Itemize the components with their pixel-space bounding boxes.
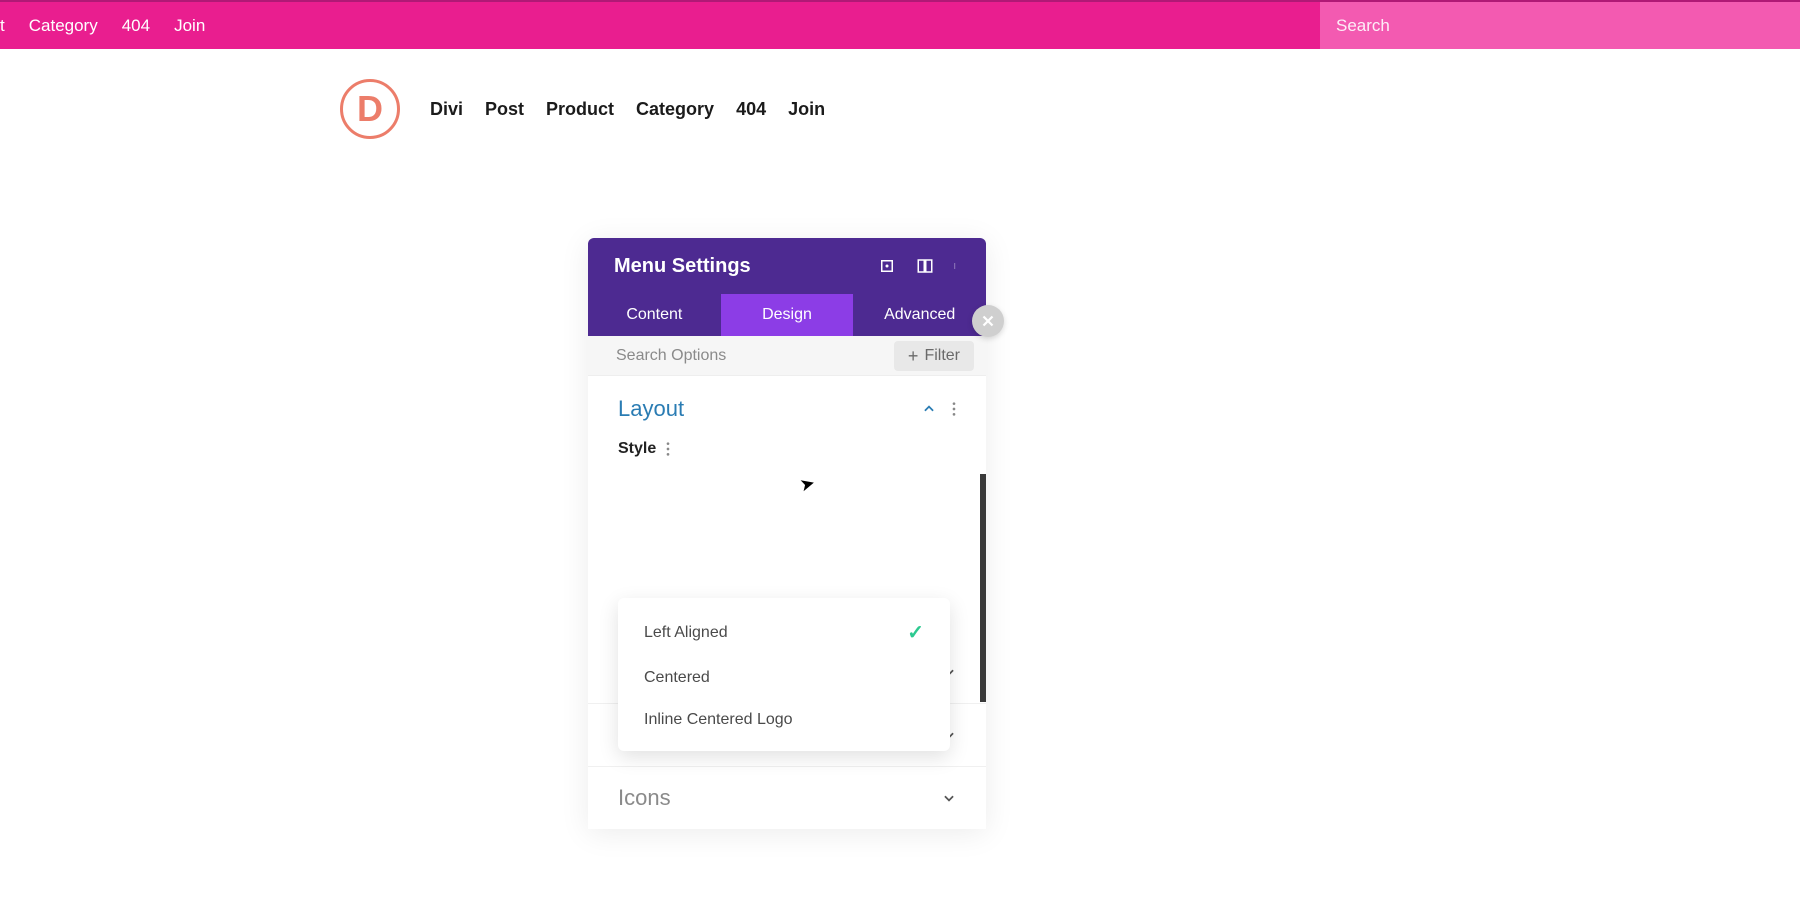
plus-icon: + <box>908 347 919 365</box>
top-nav-item-join[interactable]: Join <box>162 16 217 36</box>
logo-letter: D <box>357 88 383 130</box>
style-row: Style <box>588 422 986 466</box>
style-label: Style <box>618 440 656 458</box>
top-nav-item-category[interactable]: Category <box>17 16 110 36</box>
top-nav-item-404[interactable]: 404 <box>110 16 162 36</box>
options-bar: Search Options + Filter <box>588 336 986 376</box>
option-label: Left Aligned <box>644 624 728 642</box>
tab-design[interactable]: Design <box>721 294 854 336</box>
expand-icon[interactable] <box>878 257 896 275</box>
nav-item-divi[interactable]: Divi <box>430 99 463 120</box>
search-placeholder: Search <box>1336 16 1390 36</box>
modal-header[interactable]: Menu Settings <box>588 238 986 294</box>
modal-tabs: Content Design Advanced <box>588 294 986 336</box>
nav-item-product[interactable]: Product <box>546 99 614 120</box>
section-icons[interactable]: Icons <box>588 766 986 829</box>
style-option-left-aligned[interactable]: Left Aligned ✓ <box>618 608 950 657</box>
scrollbar-thumb[interactable] <box>980 474 986 702</box>
nav-item-category[interactable]: Category <box>636 99 714 120</box>
tab-advanced[interactable]: Advanced <box>853 294 986 336</box>
style-dropdown: Left Aligned ✓ Centered Inline Centered … <box>618 598 950 751</box>
modal-title: Menu Settings <box>614 255 878 278</box>
style-option-centered[interactable]: Centered <box>618 657 950 699</box>
chevron-up-icon[interactable] <box>922 402 936 416</box>
top-utility-bar: t Category 404 Join Search <box>0 0 1800 49</box>
search-input[interactable]: Search <box>1320 2 1800 49</box>
nav-item-join[interactable]: Join <box>788 99 825 120</box>
section-more-icon[interactable] <box>952 401 956 417</box>
section-layout-title: Layout <box>618 396 922 422</box>
top-nav-item-partial[interactable]: t <box>0 16 17 36</box>
scrollbar[interactable] <box>980 474 986 702</box>
section-layout-header[interactable]: Layout <box>618 396 956 422</box>
style-option-inline-centered-logo[interactable]: Inline Centered Logo <box>618 699 950 741</box>
more-icon[interactable] <box>954 257 960 275</box>
site-logo[interactable]: D <box>340 79 400 139</box>
section-icons-title: Icons <box>618 785 942 811</box>
filter-button[interactable]: + Filter <box>894 341 974 371</box>
header-icons <box>878 257 960 275</box>
chevron-down-icon <box>942 791 956 805</box>
filter-label: Filter <box>924 347 960 365</box>
top-bar-items: t Category 404 Join <box>0 16 217 36</box>
menu-settings-modal: Menu Settings Content Design Advanced Se… <box>588 238 986 829</box>
nav-item-404[interactable]: 404 <box>736 99 766 120</box>
panel-body: Layout Style Left Aligned ✓ Centered Inl… <box>588 376 986 829</box>
close-icon <box>979 312 997 330</box>
style-more-icon[interactable] <box>666 441 670 457</box>
option-label: Centered <box>644 669 710 687</box>
columns-icon[interactable] <box>916 257 934 275</box>
nav-item-post[interactable]: Post <box>485 99 524 120</box>
close-button[interactable] <box>972 305 1004 337</box>
check-icon: ✓ <box>907 620 924 645</box>
search-options-input[interactable]: Search Options <box>616 347 894 365</box>
nav-items: Divi Post Product Category 404 Join <box>430 99 825 120</box>
site-navigation: D Divi Post Product Category 404 Join <box>340 49 1440 149</box>
section-layout: Layout <box>588 376 986 422</box>
option-label: Inline Centered Logo <box>644 711 793 729</box>
tab-content[interactable]: Content <box>588 294 721 336</box>
